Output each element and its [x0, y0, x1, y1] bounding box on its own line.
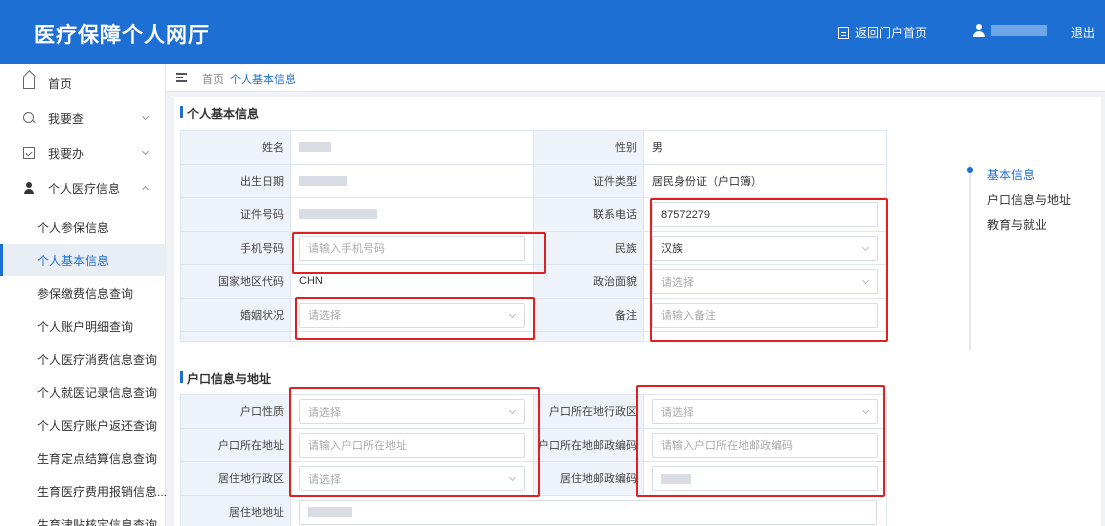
chevron-up-icon: [141, 185, 150, 194]
menu-collapse-icon[interactable]: [176, 73, 187, 82]
field-label: 民族: [534, 231, 644, 264]
redacted-value: [299, 175, 347, 186]
sidebar-subitem[interactable]: 生育津贴核定信息查询: [0, 508, 166, 526]
document-icon: [838, 26, 849, 39]
anchor-line: [969, 164, 971, 350]
user-icon: [973, 24, 985, 37]
chevron-down-icon: [141, 112, 150, 121]
form-row: 姓名 性别 男: [181, 131, 887, 165]
close-icon[interactable]: ×: [289, 71, 295, 82]
field-label: 性别: [534, 131, 644, 164]
sidebar-subitem[interactable]: 参保缴费信息查询: [0, 277, 166, 309]
home-icon: [23, 77, 35, 89]
anchor-item-basic[interactable]: 基本信息: [987, 166, 1035, 183]
birth-date-value: [291, 164, 534, 197]
redacted-value: [299, 209, 377, 220]
return-portal-link[interactable]: 返回门户首页: [838, 24, 927, 41]
name-value: [291, 131, 534, 164]
field-label: 居住地行政区: [181, 462, 291, 495]
sidebar-subitem[interactable]: 生育定点结算信息查询: [0, 442, 166, 474]
highlight-box-mobile: [292, 232, 546, 274]
sidebar-subitem-active[interactable]: 个人基本信息: [0, 244, 166, 276]
content-panel: 个人基本信息 姓名 性别 男 出生日期 证件类型 居民身份证（户口簿） 证件号码…: [174, 97, 1101, 526]
sidebar-item-query[interactable]: 我要查: [0, 101, 166, 135]
sidebar-subitem[interactable]: 个人医疗消费信息查询: [0, 343, 166, 375]
highlight-box-contact: [650, 198, 888, 342]
field-label: 证件类型: [534, 164, 644, 197]
tab-home[interactable]: 首页: [202, 71, 224, 87]
field-label: 联系电话: [534, 198, 644, 231]
sidebar-item-handle[interactable]: 我要办: [0, 136, 166, 170]
sidebar-item-label: 我要办: [48, 146, 85, 161]
res-addr-cell: [291, 495, 887, 526]
empty-cell: [181, 332, 291, 341]
field-label: 户口所在地址: [181, 428, 291, 461]
anchor-item-education[interactable]: 教育与就业: [987, 216, 1047, 233]
chevron-down-icon: [141, 147, 150, 156]
user-menu[interactable]: [973, 24, 1047, 37]
field-label: 婚姻状况: [181, 298, 291, 331]
residence-address-input[interactable]: [299, 499, 877, 525]
search-icon: [23, 112, 35, 124]
redacted-value: [308, 507, 352, 517]
gender-value: 男: [644, 131, 887, 164]
form-row: 出生日期 证件类型 居民身份证（户口簿）: [181, 164, 887, 198]
field-label: 户口所在地行政区: [534, 395, 644, 428]
field-label: 户口所在地邮政编码: [534, 428, 644, 461]
field-label: 居住地邮政编码: [534, 462, 644, 495]
anchor-dot: [967, 167, 973, 173]
highlight-box-hukou-left: [289, 387, 540, 497]
cert-no-value: [291, 198, 534, 231]
tab-bar: 首页 个人基本信息 ×: [166, 64, 1105, 92]
highlight-box-hukou-right: [636, 385, 885, 497]
sidebar-subitem[interactable]: 个人账户明细查询: [0, 310, 166, 342]
form-row: 居住地地址: [181, 495, 887, 526]
logout-button[interactable]: 退出: [1071, 24, 1095, 41]
top-header: 医疗保障个人网厅 返回门户首页 退出: [0, 0, 1105, 64]
highlight-box-marital: [295, 297, 535, 340]
field-label: 出生日期: [181, 164, 291, 197]
sidebar-subitem[interactable]: 个人参保信息: [0, 211, 166, 243]
sidebar-item-label: 个人医疗信息: [48, 181, 121, 196]
sidebar-item-medical-info[interactable]: 个人医疗信息: [0, 171, 166, 205]
sidebar-subitem[interactable]: 生育医疗费用报销信息...: [0, 475, 167, 507]
return-portal-label: 返回门户首页: [855, 26, 928, 40]
field-label: 居住地地址: [181, 495, 291, 526]
field-label: 证件号码: [181, 198, 291, 231]
cert-type-value: 居民身份证（户口簿）: [644, 164, 887, 197]
user-name-redacted: [991, 25, 1047, 36]
sidebar-item-home[interactable]: 首页: [0, 66, 166, 100]
field-label: 姓名: [181, 131, 291, 164]
task-icon: [23, 147, 35, 159]
sidebar-item-label: 我要查: [48, 111, 85, 126]
sidebar: 首页 我要查 我要办 个人医疗信息 个人参保信息 个人基本信息 参保缴费信息查询…: [0, 64, 167, 526]
field-label: 政治面貌: [534, 265, 644, 298]
field-label: 国家地区代码: [181, 265, 291, 298]
sidebar-subitem[interactable]: 个人就医记录信息查询: [0, 376, 166, 408]
app-title: 医疗保障个人网厅: [34, 24, 210, 47]
person-icon: [23, 182, 35, 194]
redacted-value: [299, 142, 331, 153]
field-label: 户口性质: [181, 395, 291, 428]
sidebar-subitem[interactable]: 个人医疗账户返还查询: [0, 409, 166, 441]
section-title-basic: 个人基本信息: [180, 105, 259, 122]
anchor-item-household[interactable]: 户口信息与地址: [987, 191, 1071, 208]
tab-basic-info[interactable]: 个人基本信息: [230, 71, 296, 87]
anchor-nav: 基本信息 户口信息与地址 教育与就业: [967, 159, 1097, 350]
field-label: 备注: [534, 298, 644, 331]
section-title-household: 户口信息与地址: [180, 370, 271, 387]
empty-cell: [534, 332, 644, 341]
sidebar-item-label: 首页: [48, 76, 73, 91]
field-label: 手机号码: [181, 231, 291, 264]
